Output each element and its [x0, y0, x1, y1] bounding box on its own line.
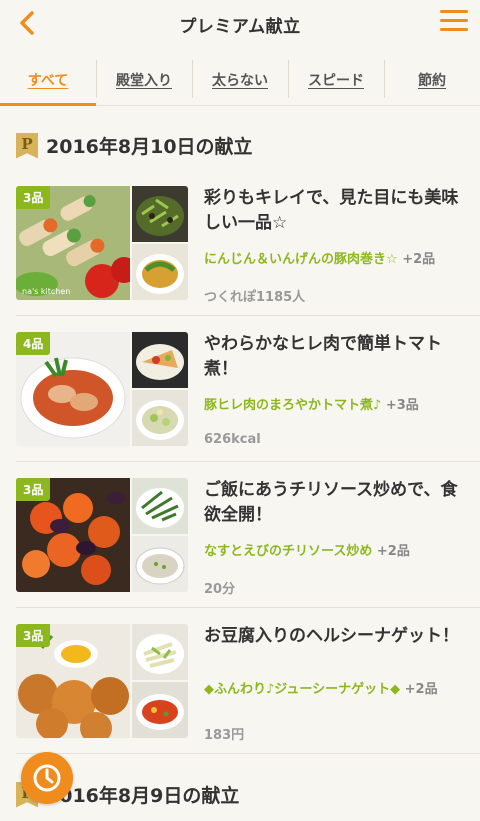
clock-icon	[33, 764, 61, 792]
menu-thumbnails: 3品	[16, 624, 188, 738]
section-header: P 2016年8月10日の献立	[16, 132, 253, 159]
menu-thumbnails: 4品	[16, 332, 188, 446]
main-dish-label: にんじん＆いんげんの豚肉巻き☆ +2品	[204, 252, 436, 267]
dish-count-badge: 3品	[16, 624, 51, 647]
section-title: 2016年8月10日の献立	[46, 136, 253, 158]
hamburger-menu-icon[interactable]	[440, 10, 468, 36]
dish-count-badge: 3品	[16, 478, 51, 501]
menu-title: お豆腐入りのヘルシーナゲット！	[204, 626, 459, 646]
menu-meta: 20分	[204, 582, 236, 597]
soup-photo	[132, 536, 188, 592]
section-title: 2016年8月9日の献立	[46, 785, 240, 807]
menu-card[interactable]: na's kitchen 3品 彩りもキレイで、見た目にも美味しい一品☆ にんじ…	[0, 170, 480, 316]
side-dish-photo	[132, 186, 188, 242]
category-tabs: すべて 殿堂入り 太らない スピード 節約	[0, 54, 480, 106]
menu-title: 彩りもキレイで、見た目にも美味しい一品☆	[204, 188, 459, 233]
side-dish-photo	[132, 624, 188, 680]
menu-meta: 183円	[204, 728, 245, 743]
premium-badge-icon: P	[16, 132, 38, 159]
tab-all[interactable]: すべて	[0, 54, 96, 106]
menu-card[interactable]: 3品 ご飯にあうチリソース炒めで、食欲全開！ なすとえびのチリソース炒め +2品…	[0, 462, 480, 608]
main-dish-label: なすとえびのチリソース炒め +2品	[204, 544, 410, 559]
dish-count-badge: 4品	[16, 332, 51, 355]
page-title: プレミアム献立	[179, 17, 301, 37]
menu-card[interactable]: 3品 お豆腐入りのヘルシーナゲット！ ◆ふんわり♪ジューシーナゲット◆ +2品 …	[0, 608, 480, 754]
tab-budget[interactable]: 節約	[384, 54, 480, 105]
main-dish-label: 豚ヒレ肉のまろやかトマト煮♪ +3品	[204, 398, 419, 413]
menu-thumbnails: na's kitchen 3品	[16, 186, 188, 300]
menu-thumbnails: 3品	[16, 478, 188, 592]
menu-title: ご飯にあうチリソース炒めで、食欲全開！	[204, 480, 458, 525]
tab-healthy[interactable]: 太らない	[192, 54, 288, 105]
menu-title: やわらかなヒレ肉で簡単トマト煮！	[204, 334, 442, 379]
side-dish-photo	[132, 332, 188, 388]
svg-text:na's kitchen: na's kitchen	[22, 287, 70, 296]
side-dish-photo	[132, 478, 188, 534]
app-header: プレミアム献立	[0, 0, 480, 46]
dish-count-badge: 3品	[16, 186, 51, 209]
menu-meta: つくれぽ1185人	[204, 290, 306, 305]
tab-hall-of-fame[interactable]: 殿堂入り	[96, 54, 192, 105]
soup-photo	[132, 682, 188, 738]
soup-photo	[132, 244, 188, 300]
history-clock-button[interactable]	[21, 752, 73, 804]
menu-meta: 626kcal	[204, 432, 261, 447]
salad-photo	[132, 390, 188, 446]
main-dish-label: ◆ふんわり♪ジューシーナゲット◆ +2品	[204, 682, 438, 697]
tab-speed[interactable]: スピード	[288, 54, 384, 105]
menu-card[interactable]: 4品 やわらかなヒレ肉で簡単トマト煮！ 豚ヒレ肉のまろやかトマト煮♪ +3品 6…	[0, 316, 480, 462]
